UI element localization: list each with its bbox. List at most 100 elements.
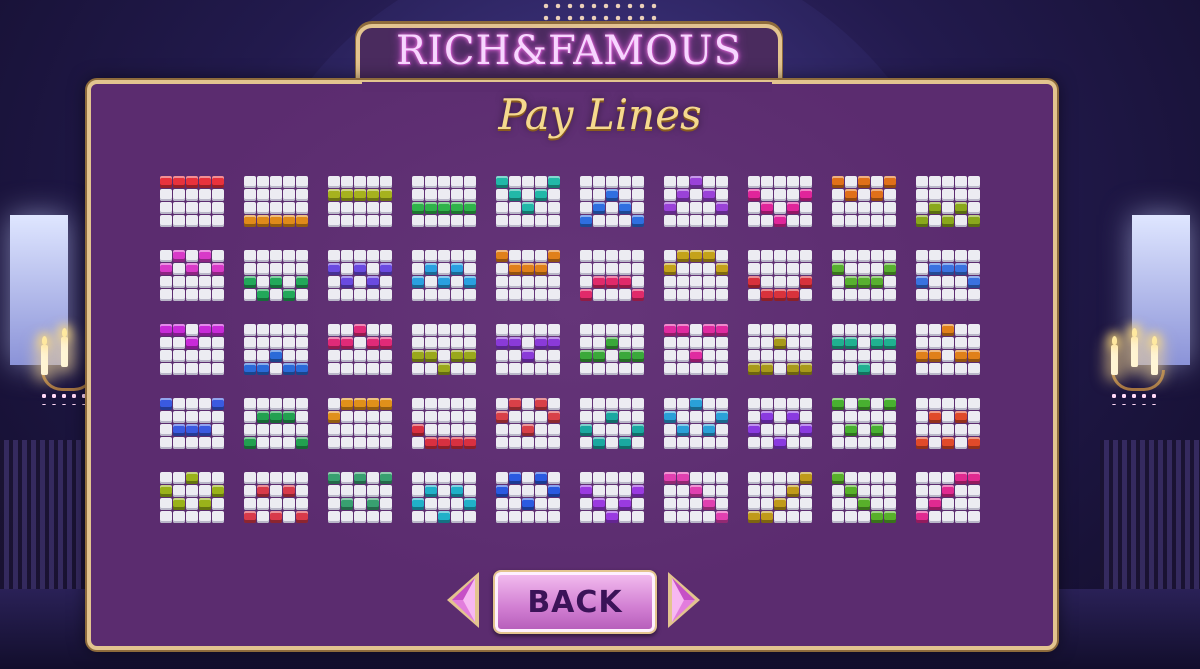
payline-gem [929,411,941,423]
payline-empty-cell [606,250,618,262]
payline-empty-cell [548,215,560,227]
payline-empty-cell [380,363,392,375]
payline-empty-cell [716,485,728,497]
payline-empty-cell [858,472,870,484]
payline-gem [593,498,605,510]
payline-empty-cell [619,511,631,523]
payline-empty-cell [632,276,644,288]
payline-empty-cell [884,215,896,227]
payline-empty-cell [509,202,521,214]
payline-empty-cell [845,176,857,188]
payline-empty-cell [509,276,521,288]
payline-gem [438,276,450,288]
payline-empty-cell [199,263,211,275]
payline-empty-cell [244,350,256,362]
payline-gem [716,263,728,275]
payline-gem [664,324,676,336]
payline-gem [296,437,308,449]
gem-right-arrow-icon [668,572,700,628]
payline-empty-cell [800,485,812,497]
payline-gem [438,511,450,523]
payline-empty-cell [761,398,773,410]
payline-empty-cell [438,289,450,301]
payline-gem [509,189,521,201]
payline-empty-cell [716,424,728,436]
previous-page-button[interactable] [443,570,483,630]
payline-empty-cell [160,350,172,362]
payline-empty-cell [716,289,728,301]
payline-empty-cell [451,363,463,375]
payline-empty-cell [884,250,896,262]
payline-gem [283,411,295,423]
payline-gem [464,202,476,214]
payline-empty-cell [748,411,760,423]
payline-empty-cell [942,363,954,375]
payline-empty-cell [632,176,644,188]
payline-empty-cell [212,437,224,449]
payline-empty-cell [328,498,340,510]
payline-empty-cell [296,498,308,510]
back-button[interactable]: BACK [493,570,657,634]
payline-empty-cell [787,263,799,275]
payline-gem [257,363,269,375]
payline-empty-cell [677,511,689,523]
payline-empty-cell [787,337,799,349]
payline-gem [703,324,715,336]
payline-empty-cell [199,289,211,301]
payline-diagram [244,398,310,450]
payline-empty-cell [884,363,896,375]
payline-empty-cell [664,398,676,410]
payline-empty-cell [858,485,870,497]
payline-empty-cell [929,424,941,436]
payline-diagram [244,250,310,302]
payline-gem [509,472,521,484]
payline-empty-cell [606,363,618,375]
payline-empty-cell [412,485,424,497]
payline-empty-cell [296,337,308,349]
payline-empty-cell [632,324,644,336]
payline-gem [535,398,547,410]
payline-empty-cell [716,189,728,201]
payline-empty-cell [748,350,760,362]
payline-empty-cell [580,263,592,275]
payline-gem [619,498,631,510]
payline-empty-cell [858,424,870,436]
payline-empty-cell [748,250,760,262]
payline-empty-cell [955,424,967,436]
payline-empty-cell [244,289,256,301]
payline-gem [296,363,308,375]
payline-empty-cell [774,350,786,362]
payline-gem [703,424,715,436]
payline-gem [929,498,941,510]
payline-diagram [160,250,226,302]
payline-gem [257,485,269,497]
payline-diagram [412,324,478,376]
payline-empty-cell [296,398,308,410]
payline-gem [787,289,799,301]
next-page-button[interactable] [664,570,704,630]
payline-empty-cell [677,350,689,362]
payline-empty-cell [845,350,857,362]
payline-empty-cell [884,485,896,497]
payline-empty-cell [199,215,211,227]
payline-empty-cell [832,411,844,423]
payline-empty-cell [703,511,715,523]
payline-empty-cell [425,498,437,510]
payline-empty-cell [522,363,534,375]
payline-empty-cell [464,363,476,375]
payline-empty-cell [690,276,702,288]
payline-diagram [496,398,562,450]
payline-empty-cell [845,472,857,484]
payline-gem [296,511,308,523]
payline-empty-cell [199,472,211,484]
payline-empty-cell [664,250,676,262]
payline-empty-cell [748,176,760,188]
payline-empty-cell [955,189,967,201]
payline-diagram [748,250,814,302]
payline-empty-cell [916,424,928,436]
payline-gem [244,437,256,449]
payline-empty-cell [929,337,941,349]
payline-gem [761,202,773,214]
payline-gem [858,276,870,288]
payline-empty-cell [632,511,644,523]
